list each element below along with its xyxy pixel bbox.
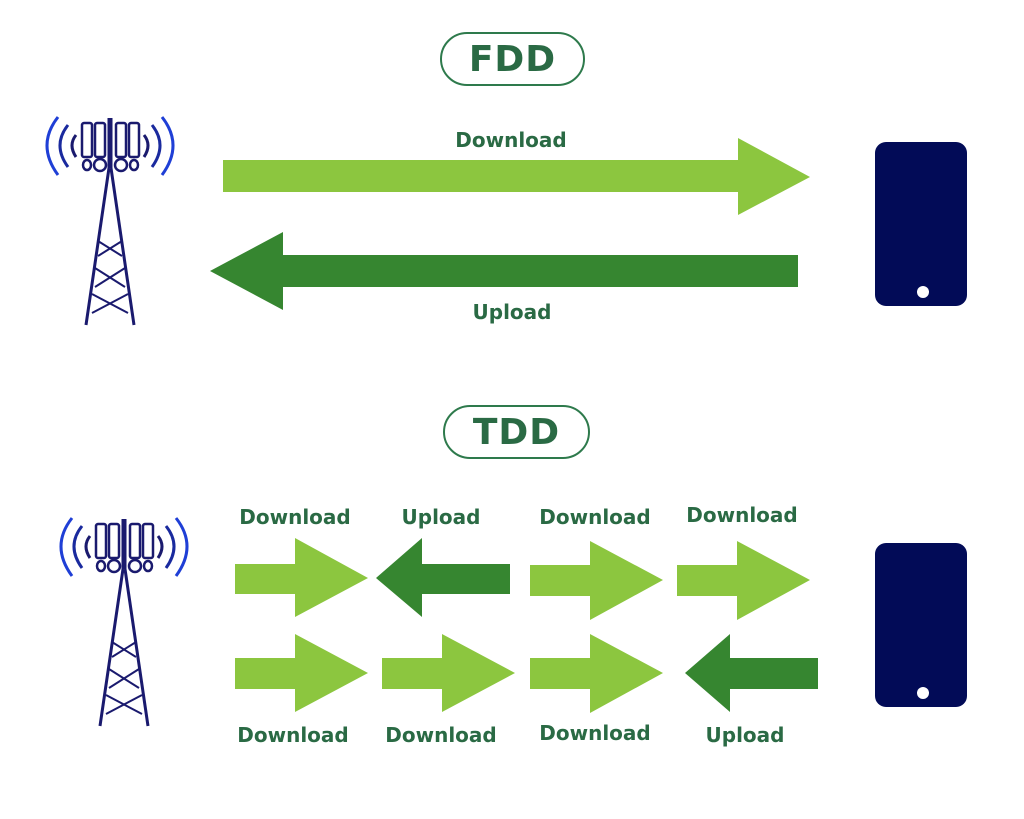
tdd-row2-arrow-3: [530, 634, 663, 713]
fdd-smartphone-icon: [875, 142, 967, 306]
fdd-download-arrow: [223, 138, 810, 215]
diagram-canvas: [45, 115, 967, 728]
tdd-row2-arrow-1: [235, 634, 368, 712]
fdd-upload-arrow: [210, 232, 798, 310]
tdd-row1-arrow-2: [376, 538, 510, 617]
tdd-row1-arrow-3: [530, 541, 663, 620]
tdd-smartphone-icon: [875, 543, 967, 707]
tdd-cell-tower-icon: [59, 516, 189, 728]
tdd-row1-arrow-1: [235, 538, 368, 617]
tdd-row2-arrow-2: [382, 634, 515, 712]
tdd-row1-arrow-4: [677, 541, 810, 620]
tdd-row2-arrow-4: [685, 634, 818, 712]
fdd-cell-tower-icon: [45, 115, 175, 327]
